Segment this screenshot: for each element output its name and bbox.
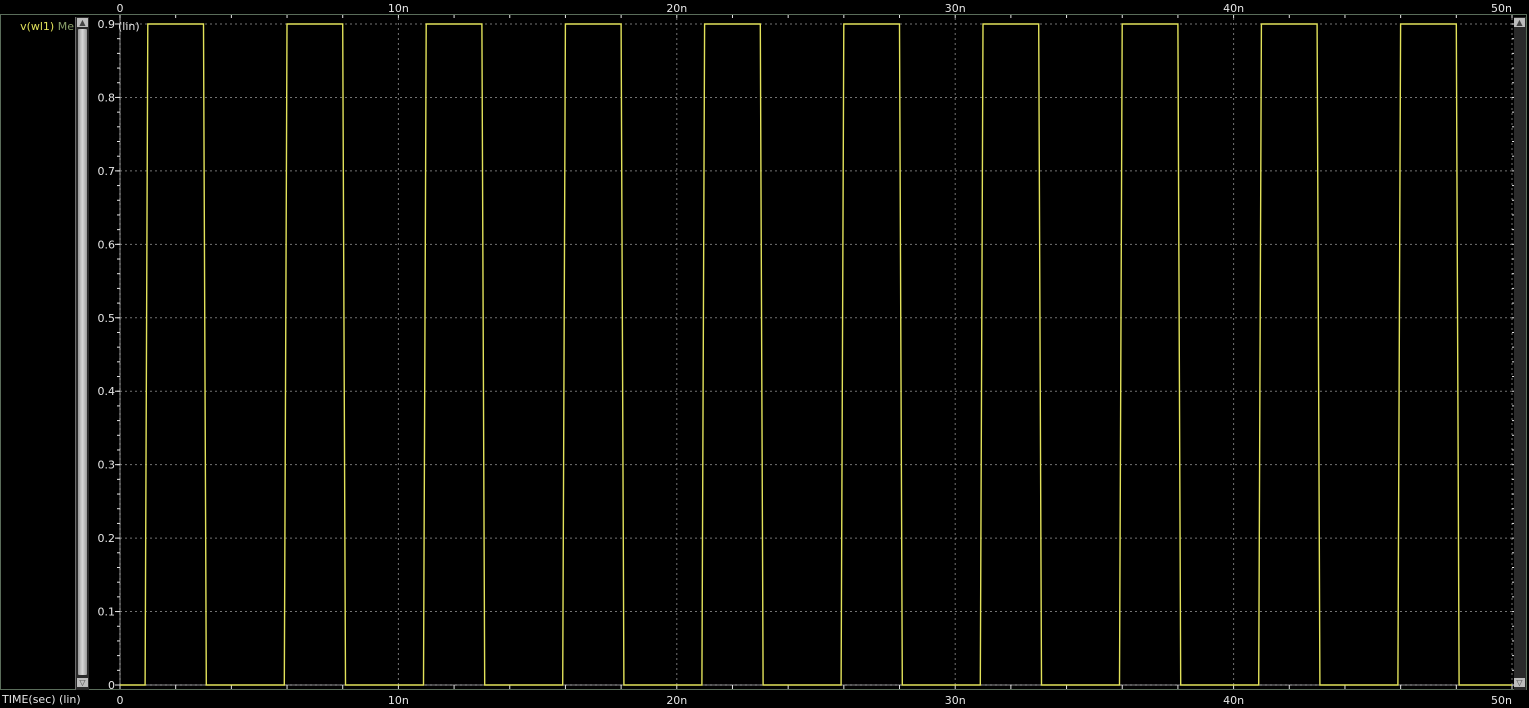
x-tick-label: 20n	[666, 694, 687, 707]
x-tick-label: 40n	[1223, 694, 1244, 707]
x-axis-title: TIME(sec) (lin)	[2, 693, 81, 706]
signal-trace	[120, 23, 1512, 686]
y-tick-label: 0.2	[98, 532, 116, 545]
x-tick-label-top: 40n	[1223, 2, 1244, 15]
y-tick-label: 0.6	[98, 238, 116, 251]
signal-name-label[interactable]: v(wl1) Me	[0, 20, 74, 34]
x-tick-label: 0	[117, 694, 124, 707]
signal-name: v(wl1)	[20, 20, 55, 33]
x-tick-label: 10n	[388, 694, 409, 707]
y-tick-label: 0.8	[98, 91, 116, 104]
y-tick-label: 0.3	[98, 459, 116, 472]
scroll-up-arrow-icon[interactable]: ▲	[77, 18, 88, 27]
scroll-down-arrow-icon[interactable]: ▽	[77, 678, 88, 687]
y-unit-label: (lin)	[118, 20, 140, 33]
y-tick-label: 0.4	[98, 385, 116, 398]
scroll-thumb[interactable]	[78, 29, 87, 675]
y-tick-label: 0.9	[98, 18, 116, 31]
left-scrollbar[interactable]: ▲ ▽	[75, 17, 89, 690]
y-tick-label: 0	[108, 679, 115, 692]
x-tick-label-top: 50n	[1491, 2, 1512, 15]
right-scroll-down-arrow-icon[interactable]: ▽	[1514, 678, 1525, 687]
x-tick-label-top: 20n	[666, 2, 687, 15]
waveform-plot: 00.10.20.30.40.50.60.70.80.90010n10n20n2…	[98, 2, 1515, 707]
y-tick-label: 0.7	[98, 165, 116, 178]
x-tick-label-top: 30n	[945, 2, 966, 15]
y-tick-label: 0.1	[98, 606, 116, 619]
x-tick-label-top: 10n	[388, 2, 409, 15]
y-tick-label: 0.5	[98, 312, 116, 325]
right-scroll-up-arrow-icon[interactable]: ▲	[1514, 18, 1525, 27]
x-tick-label: 30n	[945, 694, 966, 707]
right-scrollbar[interactable]: ▲ ▽	[1514, 17, 1526, 690]
x-tick-label-top: 0	[117, 2, 124, 15]
x-tick-label: 50n	[1491, 694, 1512, 707]
waveform-viewer: 0 0.1 0.2 0.3 0.4 0.5 0.6 0.7 0.8 0.9 0 0 10n 10n 20n 2…	[0, 0, 1529, 708]
signal-suffix: Me	[57, 20, 74, 33]
